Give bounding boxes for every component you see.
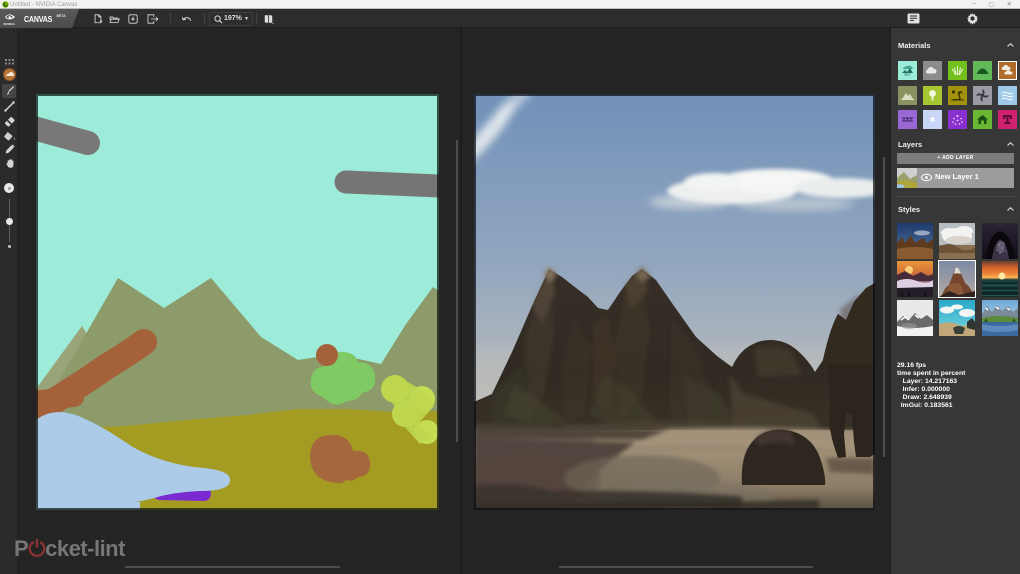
- svg-text:SKY: SKY: [904, 73, 910, 77]
